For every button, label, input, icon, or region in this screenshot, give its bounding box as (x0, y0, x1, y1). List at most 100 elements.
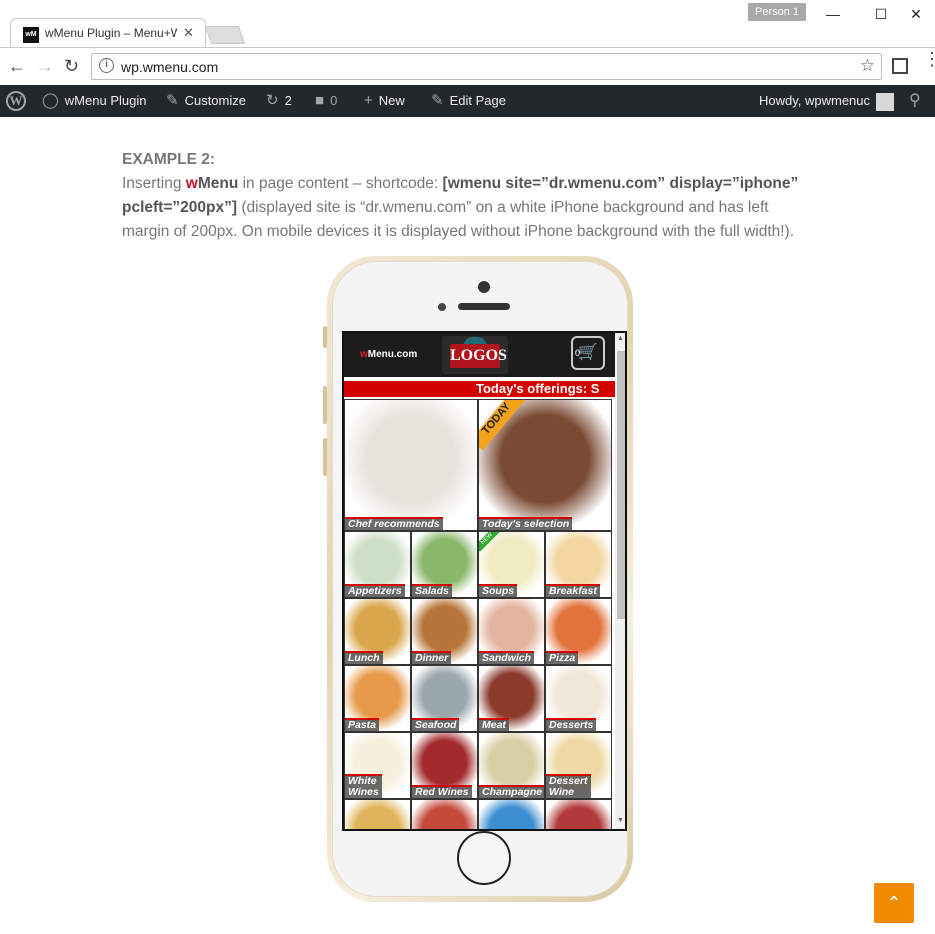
menu-tile[interactable]: Chef recommends (344, 399, 478, 531)
browser-toolbar: ← → ↻ i wp.wmenu.com ☆ ⋮ (0, 47, 935, 85)
menu-tile[interactable]: Seafood (411, 665, 478, 732)
menu-tile[interactable]: Pasta (344, 665, 411, 732)
wp-admin-bar: W ◯ wMenu Plugin ✎ Customize ↻ 2 ■ 0 + New ✎ E… (0, 85, 935, 117)
menu-tile[interactable]: White Wines (344, 732, 411, 799)
scroll-thumb[interactable] (617, 351, 625, 619)
volume-down-button (323, 438, 327, 476)
volume-up-button (323, 386, 327, 424)
menu-tile[interactable] (344, 799, 411, 829)
close-tab-icon[interactable]: ✕ (183, 25, 194, 41)
example-description: Inserting wMenu in page content – shortc… (122, 172, 812, 244)
tab-title: wMenu Plugin – Menu+W (45, 26, 177, 40)
admin-updates-link[interactable]: ↻ 2 (266, 85, 292, 117)
logo-badge: LOGOS (450, 344, 507, 368)
brand-rest: Menu.com (367, 349, 418, 360)
reload-icon[interactable]: ↻ (64, 56, 79, 77)
chrome-menu-icon[interactable]: ⋮ (923, 50, 935, 68)
front-camera-icon (478, 281, 490, 293)
menu-tile[interactable]: Breakfast (545, 531, 612, 598)
menu-tile[interactable]: Sandwich (478, 598, 545, 665)
wordpress-logo-icon[interactable]: W (6, 91, 26, 111)
menu-tile[interactable] (411, 799, 478, 829)
menu-tile[interactable]: Pizza (545, 598, 612, 665)
mute-switch (323, 326, 327, 348)
menu-tile-label: Lunch (345, 651, 383, 664)
wmenu-brand[interactable]: wMenu.com (360, 349, 417, 360)
brand-w: w (185, 175, 198, 192)
menu-tile-label: Breakfast (546, 584, 600, 597)
menu-tile-label: White Wines (345, 774, 382, 798)
info-icon[interactable]: i (99, 58, 114, 73)
browser-titlebar: wM wMenu Plugin – Menu+W ✕ Person 1 — ☐ … (0, 0, 935, 48)
menu-tile[interactable]: Today's selection TODAY (478, 399, 612, 531)
menu-tile[interactable]: Soups NEW (478, 531, 545, 598)
pencil-icon: ✎ (431, 92, 444, 109)
menu-tile[interactable]: Red Wines (411, 732, 478, 799)
iphone-body: wMenu.com LOGOS 🛒 0 Today's offerings: S… (332, 261, 628, 897)
scroll-down-arrow-icon[interactable]: ▼ (617, 817, 624, 824)
home-button[interactable] (457, 831, 511, 885)
menu-tile-label: Pizza (546, 651, 579, 664)
menu-tile-label: Chef recommends (345, 517, 443, 530)
menu-tile[interactable]: Meat (478, 665, 545, 732)
menu-tile[interactable]: Lunch (344, 598, 411, 665)
menu-tile-label: Seafood (412, 718, 460, 731)
dashboard-icon: ◯ (42, 92, 59, 109)
page-content: EXAMPLE 2: Inserting wMenu in page conte… (122, 148, 812, 244)
cart-button[interactable]: 🛒 0 (571, 336, 605, 370)
menu-tile[interactable]: Dinner (411, 598, 478, 665)
admin-edit-page-link[interactable]: ✎ Edit Page (431, 85, 506, 117)
menu-tile-label: Appetizers (345, 584, 405, 597)
menu-tile[interactable]: Salads (411, 531, 478, 598)
iphone-frame: wMenu.com LOGOS 🛒 0 Today's offerings: S… (323, 256, 633, 902)
menu-tile[interactable]: Appetizers (344, 531, 411, 598)
admin-new-link[interactable]: + New (364, 85, 405, 117)
brand-menu: Menu (197, 175, 239, 192)
scroll-to-top-button[interactable]: ⌃ (874, 883, 914, 923)
back-arrow-icon[interactable]: ← (8, 56, 26, 77)
new-tab-button[interactable] (204, 26, 246, 44)
wmenu-header: wMenu.com LOGOS 🛒 0 (344, 333, 615, 377)
comment-icon: ■ (315, 92, 325, 109)
customize-label: Customize (184, 93, 246, 108)
updates-icon: ↻ (266, 92, 279, 109)
restaurant-logo[interactable]: LOGOS (442, 336, 508, 374)
browser-tab[interactable]: wM wMenu Plugin – Menu+W ✕ (10, 18, 206, 48)
search-icon[interactable]: ⚲ (909, 85, 921, 117)
menu-tile-label: Sandwich (479, 651, 535, 664)
admin-site-link[interactable]: ◯ wMenu Plugin (42, 85, 146, 117)
avatar (876, 92, 895, 111)
minimize-button[interactable]: — (818, 4, 848, 24)
address-bar[interactable]: i wp.wmenu.com ☆ (91, 53, 882, 80)
admin-account-menu[interactable]: Howdy, wpwmenuc (759, 85, 895, 117)
scroll-up-arrow-icon[interactable]: ▲ (617, 335, 624, 342)
today-ribbon: TODAY (479, 400, 526, 451)
cart-count: 0 (575, 348, 581, 358)
window-close-button[interactable]: ✕ (901, 4, 931, 24)
url-text[interactable]: wp.wmenu.com (121, 59, 218, 75)
menu-tile[interactable]: Desserts (545, 665, 612, 732)
howdy-label: Howdy, wpwmenuc (759, 93, 871, 108)
iphone-screen: wMenu.com LOGOS 🛒 0 Today's offerings: S… (342, 331, 627, 831)
menu-tile-label: Dinner (412, 651, 452, 664)
screen-scrollbar[interactable]: ▲ ▼ (615, 333, 625, 829)
menu-tile[interactable]: Champagne (478, 732, 545, 799)
new-label: New (378, 93, 405, 108)
admin-customize-link[interactable]: ✎ Customize (166, 85, 246, 117)
menu-tile-label: Desserts (546, 718, 597, 731)
menu-tile-label: Today's selection (479, 517, 573, 530)
extension-icon[interactable] (892, 58, 908, 74)
profile-button[interactable]: Person 1 (748, 3, 806, 21)
favicon-icon: wM (23, 27, 39, 43)
brush-icon: ✎ (166, 92, 179, 109)
forward-arrow-icon[interactable]: → (36, 56, 54, 77)
admin-comments-link[interactable]: ■ 0 (315, 85, 337, 117)
menu-tile[interactable] (545, 799, 612, 829)
menu-tile[interactable] (478, 799, 545, 829)
menu-tile[interactable]: Dessert Wine (545, 732, 612, 799)
maximize-button[interactable]: ☐ (866, 4, 896, 24)
menu-tile-label: Dessert Wine (546, 774, 591, 798)
menu-tile-label: Soups (479, 584, 518, 597)
bookmark-star-icon[interactable]: ☆ (860, 56, 875, 76)
site-name-label: wMenu Plugin (64, 93, 147, 108)
